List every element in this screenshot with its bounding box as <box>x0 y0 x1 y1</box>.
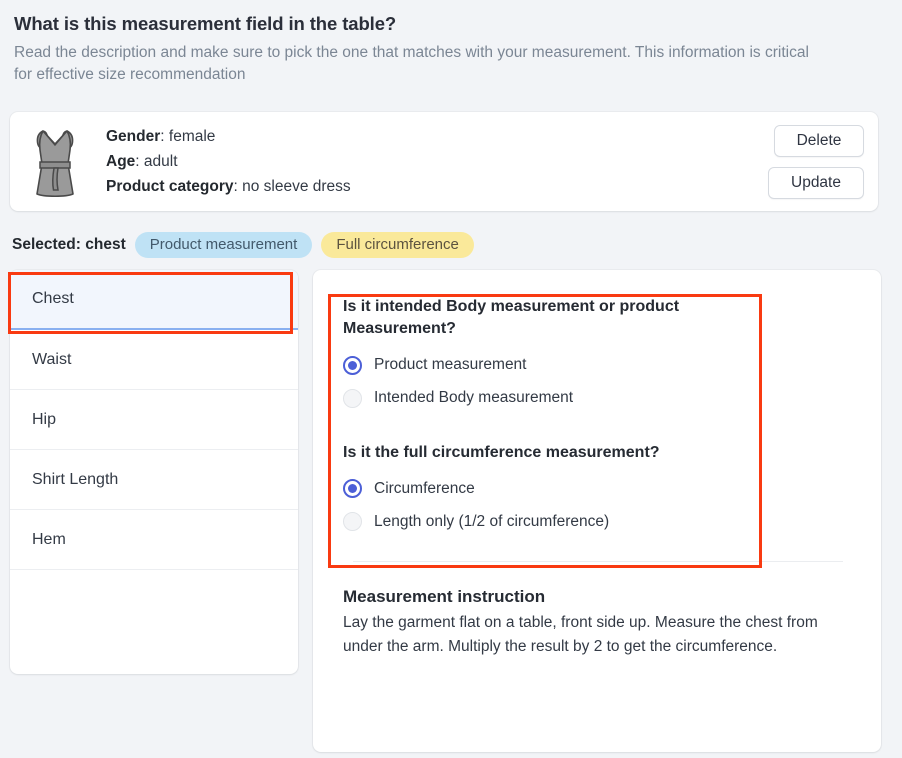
radio-selected-icon[interactable] <box>343 479 362 499</box>
instruction-title: Measurement instruction <box>343 587 546 607</box>
section-divider <box>353 561 843 563</box>
radio-option-label: Circumference <box>374 480 475 497</box>
dress-icon <box>28 124 82 200</box>
radio-unselected-icon[interactable] <box>343 388 362 408</box>
list-item-label: Waist <box>32 350 72 368</box>
age-label: Age <box>106 152 136 170</box>
list-item-shirt-length[interactable]: Shirt Length <box>10 450 298 510</box>
product-fields: Gender: female Age: adult Product catego… <box>106 124 768 199</box>
list-item-label: Shirt Length <box>32 470 119 488</box>
selected-value: chest <box>85 236 126 253</box>
gender-value: female <box>168 127 216 145</box>
category-label: Product category <box>106 178 234 196</box>
delete-button[interactable]: Delete <box>774 124 864 157</box>
list-item-chest[interactable]: Chest <box>10 270 298 330</box>
radio-option-label: Length only (1/2 of circumference) <box>374 513 610 530</box>
list-item-label: Hem <box>32 530 66 548</box>
radio-option-circumference[interactable]: Circumference <box>343 472 853 505</box>
category-separator: : <box>233 178 243 196</box>
badge-full-circumference: Full circumference <box>321 231 474 259</box>
page-header: What is this measurement field in the ta… <box>0 0 902 86</box>
radio-option-product-measurement[interactable]: Product measurement <box>343 349 853 382</box>
radio-option-intended-body-measurement[interactable]: Intended Body measurement <box>343 382 853 415</box>
list-item-hem[interactable]: Hem <box>10 510 298 570</box>
measurement-detail-card: Is it intended Body measurement or produ… <box>313 270 881 752</box>
list-item-label: Chest <box>32 290 74 307</box>
radio-option-length-only[interactable]: Length only (1/2 of circumference) <box>343 505 853 538</box>
age-value: adult <box>143 152 178 170</box>
category-value: no sleeve dress <box>242 178 351 196</box>
product-actions: Delete Update <box>768 124 864 199</box>
list-item-label: Hip <box>32 410 57 428</box>
gender-label: Gender <box>106 127 161 145</box>
question-2-heading: Is it the full circumference measurement… <box>343 443 660 461</box>
list-item-waist[interactable]: Waist <box>10 330 298 390</box>
product-field-gender: Gender: female <box>106 124 768 149</box>
selected-separator: : <box>75 236 86 253</box>
page-subtitle: Read the description and make sure to pi… <box>14 44 809 84</box>
product-card: Gender: female Age: adult Product catego… <box>10 112 878 211</box>
list-item-hip[interactable]: Hip <box>10 390 298 450</box>
product-field-age: Age: adult <box>106 149 768 174</box>
radio-selected-icon[interactable] <box>343 355 362 375</box>
selected-prefix: Selected <box>12 236 76 253</box>
update-button[interactable]: Update <box>768 166 864 199</box>
selected-row: Selected: chest Product measurement Full… <box>12 231 474 259</box>
instruction-body: Lay the garment flat on a table, front s… <box>343 614 818 655</box>
measurement-list-card: Chest Waist Hip Shirt Length Hem <box>10 270 298 674</box>
page-title: What is this measurement field in the ta… <box>14 13 397 34</box>
radio-option-label: Intended Body measurement <box>374 389 574 407</box>
badge-product-measurement: Product measurement <box>134 231 313 259</box>
radio-option-label: Product measurement <box>374 356 527 374</box>
product-field-category: Product category: no sleeve dress <box>106 174 768 199</box>
selected-label: Selected: chest <box>12 236 126 254</box>
question-1-heading: Is it intended Body measurement or produ… <box>343 298 680 337</box>
radio-unselected-icon[interactable] <box>343 512 362 532</box>
age-separator: : <box>135 152 144 170</box>
gender-separator: : <box>160 127 169 145</box>
